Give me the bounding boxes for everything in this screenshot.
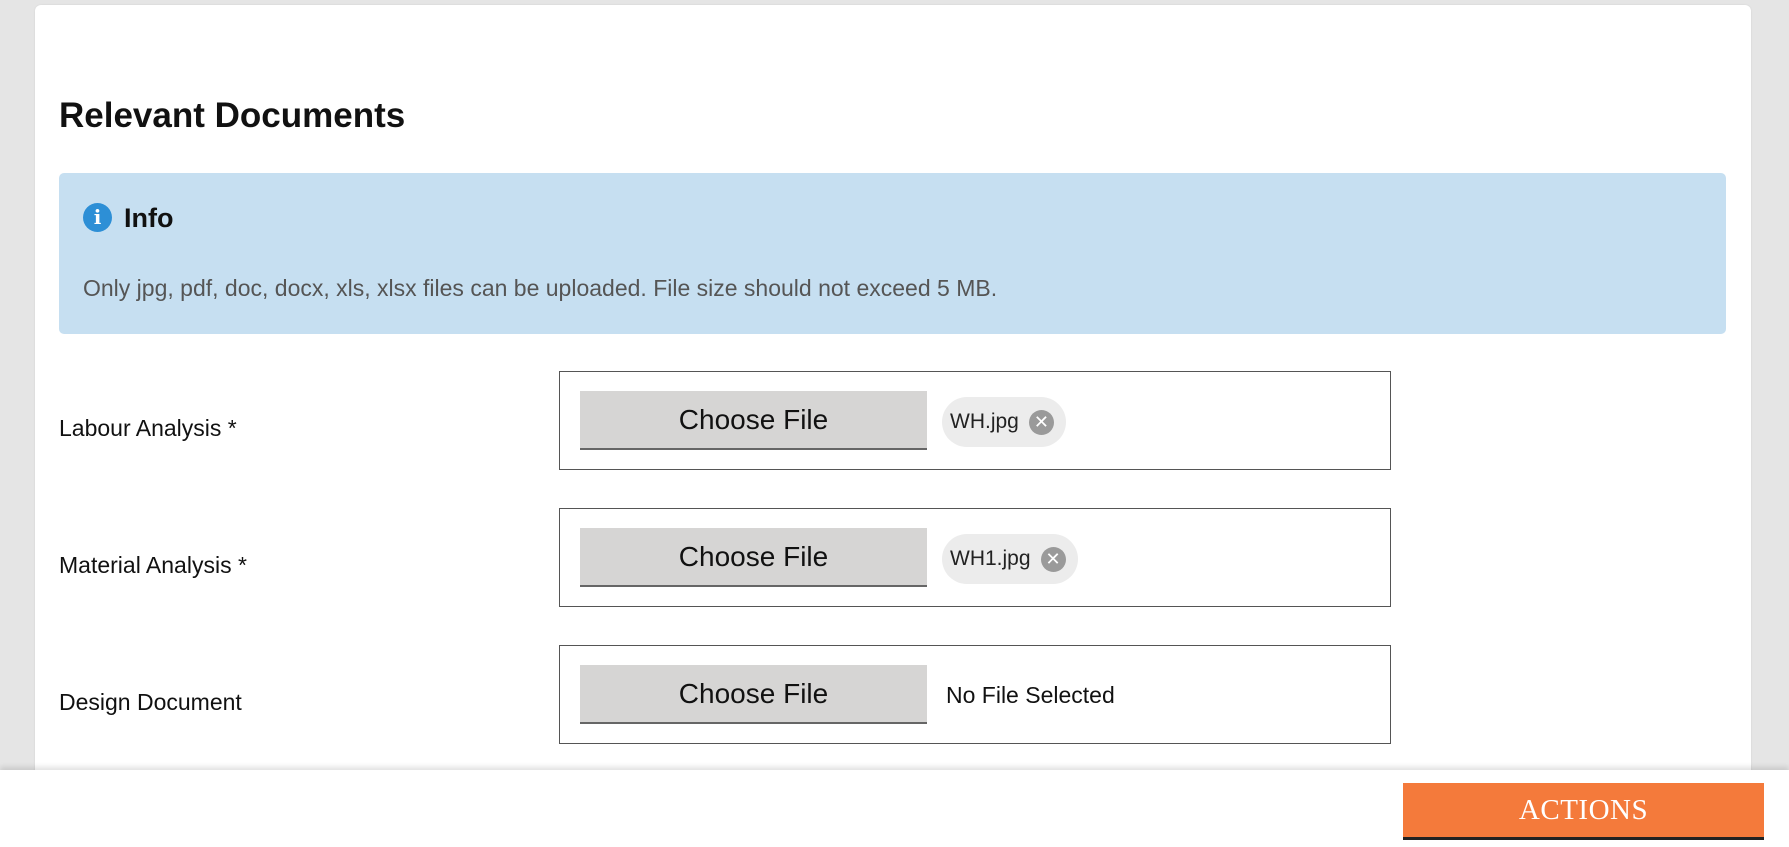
labour-analysis-file-chip: WH.jpg ✕ <box>942 397 1066 447</box>
footer-bar: ACTIONS <box>0 770 1789 847</box>
file-name: WH1.jpg <box>950 547 1031 570</box>
labour-analysis-file-input: Choose File WH.jpg ✕ <box>559 371 1391 470</box>
actions-button[interactable]: ACTIONS <box>1403 783 1764 840</box>
remove-file-icon[interactable]: ✕ <box>1040 546 1066 572</box>
no-file-selected-text: No File Selected <box>946 682 1115 708</box>
info-alert: i Info Only jpg, pdf, doc, docx, xls, xl… <box>59 173 1726 334</box>
material-analysis-file-input: Choose File WH1.jpg ✕ <box>559 508 1391 607</box>
remove-file-icon[interactable]: ✕ <box>1028 409 1054 435</box>
material-analysis-choose-file-button[interactable]: Choose File <box>580 528 927 587</box>
labour-analysis-label: Labour Analysis * <box>59 415 237 441</box>
info-message: Only jpg, pdf, doc, docx, xls, xlsx file… <box>83 275 998 301</box>
design-document-choose-file-button[interactable]: Choose File <box>580 665 927 724</box>
design-document-label: Design Document <box>59 689 242 715</box>
material-analysis-label: Material Analysis * <box>59 552 247 578</box>
info-icon: i <box>83 203 112 232</box>
page-title: Relevant Documents <box>59 96 406 135</box>
material-analysis-file-chip: WH1.jpg ✕ <box>942 534 1078 584</box>
file-name: WH.jpg <box>950 410 1019 433</box>
labour-analysis-choose-file-button[interactable]: Choose File <box>580 391 927 450</box>
design-document-file-input: Choose File No File Selected <box>559 645 1391 744</box>
info-title: Info <box>124 203 174 233</box>
